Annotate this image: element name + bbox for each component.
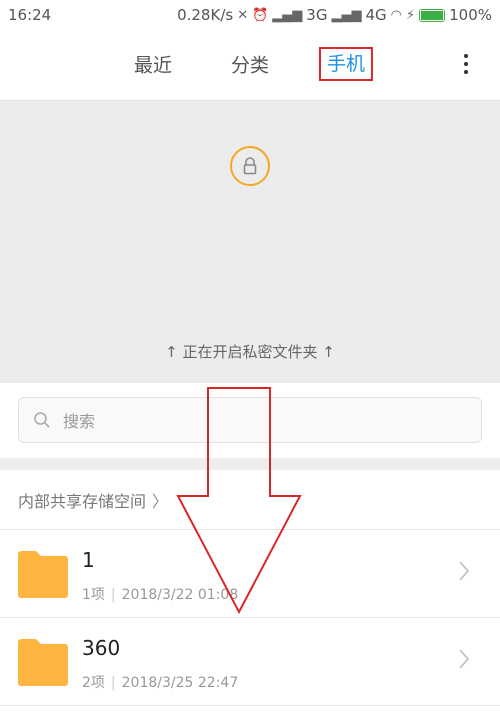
folder-item-count: 1项 bbox=[82, 587, 105, 603]
network-type-1: 3G bbox=[306, 6, 328, 24]
list-item[interactable]: 1 1项 | 2018/3/22 01:08 bbox=[0, 530, 500, 618]
battery-level: 100% bbox=[449, 6, 492, 24]
network-type-2: 4G bbox=[365, 6, 387, 24]
top-nav: 最近 分类 手机 bbox=[0, 30, 500, 98]
folder-date: 2018/3/25 22:47 bbox=[121, 675, 239, 691]
private-folder-panel[interactable]: ↑ 正在开启私密文件夹 ↑ bbox=[0, 100, 500, 383]
folder-icon bbox=[18, 639, 68, 686]
search-placeholder: 搜索 bbox=[63, 412, 96, 431]
folder-meta: 2项 | 2018/3/25 22:47 bbox=[82, 675, 239, 691]
charging-icon: ⚡ bbox=[405, 7, 416, 23]
chevron-right-icon bbox=[459, 649, 470, 669]
list-item[interactable]: 360 2项 | 2018/3/25 22:47 bbox=[0, 618, 500, 706]
folder-meta: 1项 | 2018/3/22 01:08 bbox=[82, 587, 239, 603]
alarm-icon: ⏰ bbox=[252, 7, 269, 23]
section-divider bbox=[0, 458, 500, 470]
status-indicators: 0.28K/s ✕ ⏰ ▂▄▆ 3G ▂▄▆ 4G ◠ ⚡ 100% bbox=[177, 6, 492, 24]
folder-name: 360 bbox=[82, 636, 121, 660]
wifi-icon: ◠ bbox=[390, 7, 402, 23]
folder-date: 2018/3/22 01:08 bbox=[121, 587, 239, 603]
folder-name: 1 bbox=[82, 548, 95, 572]
status-time: 16:24 bbox=[8, 6, 52, 24]
private-folder-hint: ↑ 正在开启私密文件夹 ↑ bbox=[165, 343, 335, 361]
search-area: 搜索 bbox=[0, 383, 500, 458]
silent-icon: ✕ bbox=[237, 7, 249, 23]
breadcrumb[interactable]: 内部共享存储空间 〉 bbox=[0, 470, 500, 530]
signal-icon: ▂▄▆ bbox=[272, 7, 303, 23]
chevron-right-icon: 〉 bbox=[152, 491, 169, 511]
network-speed: 0.28K/s bbox=[177, 6, 234, 24]
search-input[interactable]: 搜索 bbox=[18, 397, 482, 443]
storage-title: 内部共享存储空间 bbox=[18, 491, 147, 511]
tab-category[interactable]: 分类 bbox=[231, 51, 269, 78]
tab-phone[interactable]: 手机 bbox=[318, 47, 374, 81]
folder-icon bbox=[18, 551, 68, 598]
folder-item-count: 2项 bbox=[82, 675, 105, 691]
lock-icon bbox=[230, 146, 270, 186]
signal-icon-2: ▂▄▆ bbox=[331, 7, 362, 23]
more-options-icon[interactable] bbox=[464, 54, 468, 74]
search-icon bbox=[34, 412, 50, 428]
battery-icon bbox=[419, 8, 446, 22]
status-bar: 16:24 0.28K/s ✕ ⏰ ▂▄▆ 3G ▂▄▆ 4G ◠ ⚡ 100% bbox=[0, 0, 500, 30]
chevron-right-icon bbox=[459, 561, 470, 581]
tab-recent[interactable]: 最近 bbox=[134, 51, 172, 78]
